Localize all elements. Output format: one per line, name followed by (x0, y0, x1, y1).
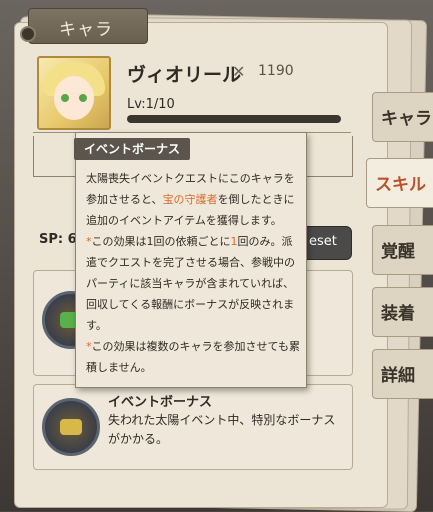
tooltip-paragraph-1: 太陽喪失イベントクエストにこのキャラを参加させると、宝の守護者を倒したときに追加… (86, 168, 300, 231)
experience-bar (127, 115, 341, 123)
skill-title: イベントボーナス (108, 395, 213, 410)
avatar-eye-right (79, 94, 87, 102)
tab-details[interactable]: 詳細 (372, 349, 433, 399)
tab-character-label: キャラ (381, 109, 432, 129)
tooltip-text: この効果は複数のキャラを参加させても累積しません。 (86, 340, 300, 374)
character-avatar[interactable] (37, 56, 111, 130)
character-level: Lv:1/10 (127, 97, 175, 112)
reset-button-label: eset (309, 234, 337, 249)
tooltip-title: イベントボーナス (84, 142, 181, 156)
avatar-eye-left (61, 94, 69, 102)
skill-description: 失われた太陽イベント中、特別なボーナスがかかる。 (108, 413, 336, 446)
tooltip-header: イベントボーナス (74, 138, 191, 160)
tab-equip[interactable]: 装着 (372, 287, 433, 337)
tab-skill-label: スキル (375, 175, 426, 195)
treasure-icon (42, 398, 100, 456)
avatar-face (54, 76, 94, 120)
tooltip-text: 回のみ。派遣でクエストを完了させる場合、参戦中のパーティに該当キャラが含まれてい… (86, 235, 295, 332)
tooltip-paragraph-3: *この効果は複数のキャラを参加させても累積しません。 (86, 336, 300, 378)
skill-points: SP: 6 (39, 232, 77, 247)
character-tab-label: キャラ (59, 20, 113, 40)
tab-skill[interactable]: スキル (366, 158, 433, 208)
tab-awakening[interactable]: 覚醒 (372, 225, 433, 275)
character-name: ヴィオリール (127, 64, 242, 86)
tooltip-highlight: 1 (230, 235, 238, 248)
tab-details-label: 詳細 (381, 366, 415, 386)
tab-character[interactable]: キャラ (372, 92, 433, 142)
tooltip-paragraph-2: *この効果は1回の依頼ごとに1回のみ。派遣でクエストを完了させる場合、参戦中のパ… (86, 231, 300, 336)
tooltip-body: 太陽喪失イベントクエストにこのキャラを参加させると、宝の守護者を倒したときに追加… (86, 168, 300, 378)
pin-icon (20, 26, 36, 42)
character-power: 1190 (258, 63, 294, 79)
gem-icon (60, 419, 82, 435)
reset-button[interactable]: eset (300, 226, 352, 260)
tab-equip-label: 装着 (381, 304, 415, 324)
crossed-swords-icon: ✕ (232, 62, 246, 81)
character-tab-header: キャラ (28, 8, 148, 44)
tab-awakening-label: 覚醒 (381, 242, 415, 262)
tooltip-text: この効果は1回の依頼ごとに (91, 235, 231, 248)
tooltip-highlight: 宝の守護者 (162, 193, 218, 206)
skill-card-event-bonus[interactable]: イベントボーナス 失われた太陽イベント中、特別なボーナスがかかる。 (33, 384, 353, 470)
